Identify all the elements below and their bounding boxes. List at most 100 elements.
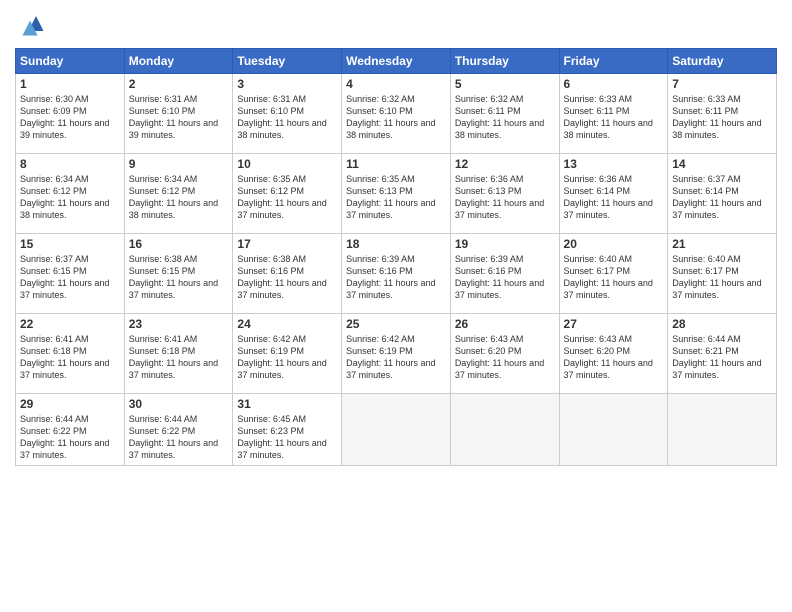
- calendar-cell: 21 Sunrise: 6:40 AMSunset: 6:17 PMDayligh…: [668, 234, 777, 314]
- calendar-week-row: 22 Sunrise: 6:41 AMSunset: 6:18 PMDayligh…: [16, 314, 777, 394]
- header: [15, 10, 777, 40]
- calendar-cell: 6Sunrise: 6:33 AMSunset: 6:11 PMDaylight…: [559, 74, 668, 154]
- day-info: Sunrise: 6:33 AMSunset: 6:11 PMDaylight:…: [672, 93, 772, 142]
- calendar-cell: 12Sunrise: 6:36 AMSunset: 6:13 PMDayligh…: [450, 154, 559, 234]
- day-info: Sunrise: 6:43 AMSunset: 6:20 PMDaylight:…: [564, 333, 664, 382]
- day-number: 28: [672, 317, 772, 331]
- day-number: 18: [346, 237, 446, 251]
- calendar-cell: 7 Sunrise: 6:33 AMSunset: 6:11 PMDaylight…: [668, 74, 777, 154]
- day-info: Sunrise: 6:32 AMSunset: 6:11 PMDaylight:…: [455, 93, 555, 142]
- calendar-cell: 30 Sunrise: 6:44 AMSunset: 6:22 PMDayligh…: [124, 394, 233, 466]
- calendar-cell: 13 Sunrise: 6:36 AMSunset: 6:14 PMDayligh…: [559, 154, 668, 234]
- calendar-cell: 1Sunrise: 6:30 AMSunset: 6:09 PMDaylight…: [16, 74, 125, 154]
- day-info: Sunrise: 6:40 AMSunset: 6:17 PMDaylight:…: [672, 253, 772, 302]
- calendar: SundayMondayTuesdayWednesdayThursdayFrid…: [15, 48, 777, 466]
- day-info: Sunrise: 6:41 AMSunset: 6:18 PMDaylight:…: [129, 333, 229, 382]
- calendar-header-row: SundayMondayTuesdayWednesdayThursdayFrid…: [16, 49, 777, 74]
- calendar-week-row: 8 Sunrise: 6:34 AMSunset: 6:12 PMDaylight…: [16, 154, 777, 234]
- day-number: 3: [237, 77, 337, 91]
- page: SundayMondayTuesdayWednesdayThursdayFrid…: [0, 0, 792, 612]
- calendar-cell: 23Sunrise: 6:41 AMSunset: 6:18 PMDayligh…: [124, 314, 233, 394]
- day-number: 8: [20, 157, 120, 171]
- calendar-cell: 27 Sunrise: 6:43 AMSunset: 6:20 PMDayligh…: [559, 314, 668, 394]
- calendar-cell: 22Sunrise: 6:41 AMSunset: 6:18 PMDayligh…: [16, 314, 125, 394]
- day-info: Sunrise: 6:34 AMSunset: 6:12 PMDaylight:…: [129, 173, 229, 222]
- calendar-day-header: Tuesday: [233, 49, 342, 74]
- calendar-cell: [668, 394, 777, 466]
- day-info: Sunrise: 6:40 AMSunset: 6:17 PMDaylight:…: [564, 253, 664, 302]
- day-number: 29: [20, 397, 120, 411]
- calendar-cell: 31 Sunrise: 6:45 AMSunset: 6:23 PMDayligh…: [233, 394, 342, 466]
- day-info: Sunrise: 6:45 AMSunset: 6:23 PMDaylight:…: [237, 413, 337, 462]
- calendar-cell: 14Sunrise: 6:37 AMSunset: 6:14 PMDayligh…: [668, 154, 777, 234]
- calendar-cell: 19 Sunrise: 6:39 AMSunset: 6:16 PMDayligh…: [450, 234, 559, 314]
- day-number: 13: [564, 157, 664, 171]
- calendar-cell: 8 Sunrise: 6:34 AMSunset: 6:12 PMDaylight…: [16, 154, 125, 234]
- day-number: 2: [129, 77, 229, 91]
- day-number: 22: [20, 317, 120, 331]
- day-number: 16: [129, 237, 229, 251]
- calendar-cell: 25 Sunrise: 6:42 AMSunset: 6:19 PMDayligh…: [342, 314, 451, 394]
- calendar-cell: 10Sunrise: 6:35 AMSunset: 6:12 PMDayligh…: [233, 154, 342, 234]
- day-number: 7: [672, 77, 772, 91]
- day-info: Sunrise: 6:38 AMSunset: 6:15 PMDaylight:…: [129, 253, 229, 302]
- calendar-cell: 26 Sunrise: 6:43 AMSunset: 6:20 PMDayligh…: [450, 314, 559, 394]
- calendar-cell: 15Sunrise: 6:37 AMSunset: 6:15 PMDayligh…: [16, 234, 125, 314]
- day-info: Sunrise: 6:44 AMSunset: 6:21 PMDaylight:…: [672, 333, 772, 382]
- day-number: 21: [672, 237, 772, 251]
- day-info: Sunrise: 6:42 AMSunset: 6:19 PMDaylight:…: [346, 333, 446, 382]
- day-info: Sunrise: 6:34 AMSunset: 6:12 PMDaylight:…: [20, 173, 120, 222]
- day-number: 9: [129, 157, 229, 171]
- day-number: 10: [237, 157, 337, 171]
- day-info: Sunrise: 6:35 AMSunset: 6:13 PMDaylight:…: [346, 173, 446, 222]
- day-number: 26: [455, 317, 555, 331]
- day-number: 20: [564, 237, 664, 251]
- calendar-cell: 2 Sunrise: 6:31 AMSunset: 6:10 PMDaylight…: [124, 74, 233, 154]
- logo-icon: [15, 10, 45, 40]
- calendar-week-row: 29 Sunrise: 6:44 AMSunset: 6:22 PMDayligh…: [16, 394, 777, 466]
- day-info: Sunrise: 6:43 AMSunset: 6:20 PMDaylight:…: [455, 333, 555, 382]
- calendar-cell: 29 Sunrise: 6:44 AMSunset: 6:22 PMDayligh…: [16, 394, 125, 466]
- calendar-cell: 11 Sunrise: 6:35 AMSunset: 6:13 PMDayligh…: [342, 154, 451, 234]
- calendar-cell: 17 Sunrise: 6:38 AMSunset: 6:16 PMDayligh…: [233, 234, 342, 314]
- calendar-week-row: 1Sunrise: 6:30 AMSunset: 6:09 PMDaylight…: [16, 74, 777, 154]
- calendar-day-header: Thursday: [450, 49, 559, 74]
- day-info: Sunrise: 6:42 AMSunset: 6:19 PMDaylight:…: [237, 333, 337, 382]
- calendar-cell: [342, 394, 451, 466]
- day-number: 25: [346, 317, 446, 331]
- day-number: 24: [237, 317, 337, 331]
- day-info: Sunrise: 6:38 AMSunset: 6:16 PMDaylight:…: [237, 253, 337, 302]
- day-number: 30: [129, 397, 229, 411]
- day-info: Sunrise: 6:44 AMSunset: 6:22 PMDaylight:…: [129, 413, 229, 462]
- day-info: Sunrise: 6:39 AMSunset: 6:16 PMDaylight:…: [346, 253, 446, 302]
- day-info: Sunrise: 6:30 AMSunset: 6:09 PMDaylight:…: [20, 93, 120, 142]
- day-info: Sunrise: 6:37 AMSunset: 6:15 PMDaylight:…: [20, 253, 120, 302]
- calendar-day-header: Saturday: [668, 49, 777, 74]
- calendar-cell: 9 Sunrise: 6:34 AMSunset: 6:12 PMDaylight…: [124, 154, 233, 234]
- day-number: 31: [237, 397, 337, 411]
- logo: [15, 10, 49, 40]
- day-number: 17: [237, 237, 337, 251]
- day-number: 19: [455, 237, 555, 251]
- calendar-cell: 20 Sunrise: 6:40 AMSunset: 6:17 PMDayligh…: [559, 234, 668, 314]
- calendar-cell: 18 Sunrise: 6:39 AMSunset: 6:16 PMDayligh…: [342, 234, 451, 314]
- day-number: 5: [455, 77, 555, 91]
- day-info: Sunrise: 6:32 AMSunset: 6:10 PMDaylight:…: [346, 93, 446, 142]
- calendar-cell: [559, 394, 668, 466]
- day-number: 14: [672, 157, 772, 171]
- day-info: Sunrise: 6:31 AMSunset: 6:10 PMDaylight:…: [129, 93, 229, 142]
- day-info: Sunrise: 6:31 AMSunset: 6:10 PMDaylight:…: [237, 93, 337, 142]
- day-number: 27: [564, 317, 664, 331]
- day-info: Sunrise: 6:39 AMSunset: 6:16 PMDaylight:…: [455, 253, 555, 302]
- calendar-day-header: Monday: [124, 49, 233, 74]
- day-number: 11: [346, 157, 446, 171]
- calendar-cell: 16 Sunrise: 6:38 AMSunset: 6:15 PMDayligh…: [124, 234, 233, 314]
- calendar-cell: 28 Sunrise: 6:44 AMSunset: 6:21 PMDayligh…: [668, 314, 777, 394]
- calendar-week-row: 15Sunrise: 6:37 AMSunset: 6:15 PMDayligh…: [16, 234, 777, 314]
- day-info: Sunrise: 6:44 AMSunset: 6:22 PMDaylight:…: [20, 413, 120, 462]
- day-number: 6: [564, 77, 664, 91]
- day-number: 4: [346, 77, 446, 91]
- day-info: Sunrise: 6:36 AMSunset: 6:13 PMDaylight:…: [455, 173, 555, 222]
- day-info: Sunrise: 6:36 AMSunset: 6:14 PMDaylight:…: [564, 173, 664, 222]
- calendar-cell: 3 Sunrise: 6:31 AMSunset: 6:10 PMDaylight…: [233, 74, 342, 154]
